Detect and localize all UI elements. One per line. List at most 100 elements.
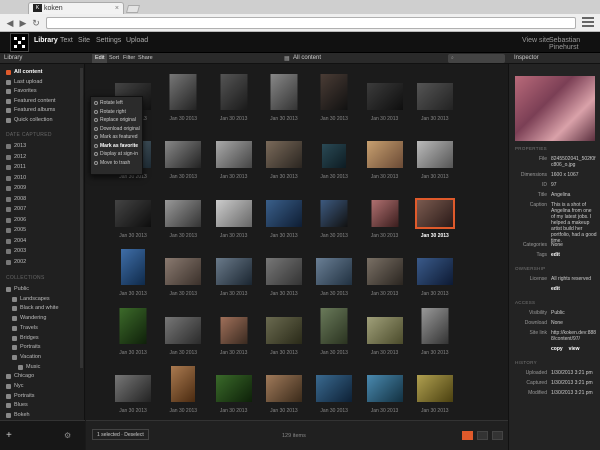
nav-text[interactable]: Text: [60, 37, 73, 44]
photo-thumbnail[interactable]: [169, 74, 197, 110]
sidebar-year[interactable]: 2004: [0, 237, 84, 246]
photo-thumbnail[interactable]: [220, 316, 248, 344]
nav-settings[interactable]: Settings: [96, 37, 121, 44]
search-input[interactable]: ⌕: [448, 54, 505, 63]
photo-thumbnail[interactable]: [265, 375, 302, 402]
sidebar-year[interactable]: 2010: [0, 174, 84, 183]
photo-thumbnail[interactable]: [115, 199, 151, 227]
photo-thumbnail[interactable]: [416, 141, 453, 169]
dropdown-item[interactable]: Display at sign-in: [91, 150, 142, 159]
large-grid-view-icon[interactable]: [462, 431, 473, 440]
list-view-icon[interactable]: [492, 431, 503, 440]
sidebar-year[interactable]: 2003: [0, 247, 84, 256]
sidebar-collection[interactable]: Landscapes: [0, 295, 84, 304]
sidebar-item[interactable]: Last upload: [0, 78, 84, 87]
reload-icon[interactable]: ↻: [30, 17, 42, 29]
small-grid-view-icon[interactable]: [477, 431, 488, 440]
dropdown-item[interactable]: Download original: [91, 125, 142, 134]
edit-link[interactable]: edit: [551, 252, 560, 258]
sidebar-item[interactable]: Quick collection: [0, 116, 84, 125]
forward-icon[interactable]: ▶: [17, 17, 29, 29]
photo-thumbnail[interactable]: [121, 249, 145, 286]
grid-cell[interactable]: Jan 30 2013: [405, 126, 465, 186]
photo-thumbnail[interactable]: [320, 199, 348, 227]
user-name[interactable]: Sebastian Pinehurst: [549, 37, 600, 51]
photo-thumbnail[interactable]: [171, 366, 196, 402]
photo-thumbnail[interactable]: [165, 258, 202, 286]
dropdown-item[interactable]: Rotate right: [91, 108, 142, 117]
selection-status[interactable]: 1 selected · Deselect: [92, 429, 149, 440]
grid-cell[interactable]: Jan 30 2013: [405, 68, 465, 128]
back-icon[interactable]: ◀: [4, 17, 16, 29]
sidebar-collection[interactable]: Chicago: [0, 372, 84, 381]
sidebar-year[interactable]: 2005: [0, 226, 84, 235]
sidebar-year[interactable]: 2009: [0, 184, 84, 193]
close-tab-icon[interactable]: ×: [115, 3, 119, 14]
nav-upload[interactable]: Upload: [126, 37, 148, 44]
sidebar-year[interactable]: 2011: [0, 163, 84, 172]
grid-cell[interactable]: Jan 30 2013: [405, 302, 465, 362]
photo-thumbnail[interactable]: [371, 199, 398, 227]
share-menu-button[interactable]: Share: [135, 54, 156, 63]
sidebar-collection[interactable]: Music: [0, 363, 84, 372]
photo-thumbnail[interactable]: [366, 141, 403, 169]
photo-thumbnail[interactable]: [265, 199, 302, 227]
photo-thumbnail[interactable]: [119, 307, 147, 344]
view-site-link[interactable]: View site: [522, 37, 550, 44]
sidebar-collection[interactable]: Portraits: [0, 343, 84, 352]
photo-thumbnail[interactable]: [366, 316, 403, 344]
gear-icon[interactable]: ⚙: [64, 431, 71, 440]
view-link[interactable]: view: [569, 346, 580, 352]
sidebar-collection[interactable]: Blues: [0, 401, 84, 410]
sidebar-collection[interactable]: Black and white: [0, 304, 84, 313]
sidebar-item[interactable]: Featured content: [0, 97, 84, 106]
add-collection-button[interactable]: +: [6, 430, 12, 441]
photo-thumbnail[interactable]: [265, 316, 302, 344]
sidebar-year[interactable]: 2007: [0, 205, 84, 214]
copy-link[interactable]: copy: [551, 346, 563, 352]
photo-thumbnail[interactable]: [115, 375, 151, 402]
sidebar-year[interactable]: 2002: [0, 258, 84, 267]
sidebar-collection[interactable]: Bridges: [0, 334, 84, 343]
address-bar[interactable]: [46, 17, 576, 29]
photo-thumbnail[interactable]: [165, 199, 202, 227]
photo-thumbnail[interactable]: [320, 307, 348, 344]
sidebar-item[interactable]: Favorites: [0, 87, 84, 96]
grid-cell[interactable]: Jan 30 2013: [405, 185, 465, 245]
sidebar-collection[interactable]: Public: [0, 285, 84, 294]
photo-thumbnail[interactable]: [165, 141, 202, 169]
photo-thumbnail[interactable]: [320, 74, 348, 110]
sidebar-year[interactable]: 2012: [0, 153, 84, 162]
photo-thumbnail[interactable]: [322, 144, 347, 169]
photo-thumbnail[interactable]: [316, 375, 353, 402]
photo-thumbnail[interactable]: [366, 83, 403, 110]
dropdown-item[interactable]: Mark as favorite: [91, 142, 142, 151]
new-tab-button[interactable]: [125, 5, 141, 13]
photo-thumbnail[interactable]: [416, 83, 453, 110]
sidebar-collection[interactable]: Vacation: [0, 353, 84, 362]
nav-site[interactable]: Site: [78, 37, 90, 44]
sidebar-year[interactable]: 2006: [0, 216, 84, 225]
browser-menu-icon[interactable]: [582, 17, 594, 28]
field-value[interactable]: http://koken.dev:8888/content/97/: [551, 330, 597, 342]
photo-thumbnail[interactable]: [165, 316, 202, 344]
photo-thumbnail[interactable]: [270, 74, 298, 110]
photo-thumbnail[interactable]: [215, 141, 252, 169]
sidebar-collection[interactable]: Wandering: [0, 314, 84, 323]
sidebar-collection[interactable]: Portraits: [0, 392, 84, 401]
sidebar-collection[interactable]: Nyc: [0, 382, 84, 391]
edit-link[interactable]: edit: [551, 286, 560, 292]
sidebar-year[interactable]: 2013: [0, 142, 84, 151]
grid-cell[interactable]: Jan 30 2013: [405, 360, 465, 420]
sidebar-item[interactable]: All content: [0, 68, 84, 77]
photo-thumbnail[interactable]: [366, 258, 403, 286]
dropdown-item[interactable]: Mark as featured: [91, 133, 142, 142]
photo-thumbnail[interactable]: [265, 258, 302, 286]
photo-thumbnail[interactable]: [316, 258, 353, 286]
photo-thumbnail[interactable]: [220, 74, 248, 110]
grid-cell[interactable]: Jan 30 2013: [405, 243, 465, 303]
sidebar-collection[interactable]: Travels: [0, 324, 84, 333]
sidebar-year[interactable]: 2008: [0, 195, 84, 204]
dropdown-item[interactable]: Move to trash: [91, 159, 142, 168]
sidebar-item[interactable]: Featured albums: [0, 106, 84, 115]
